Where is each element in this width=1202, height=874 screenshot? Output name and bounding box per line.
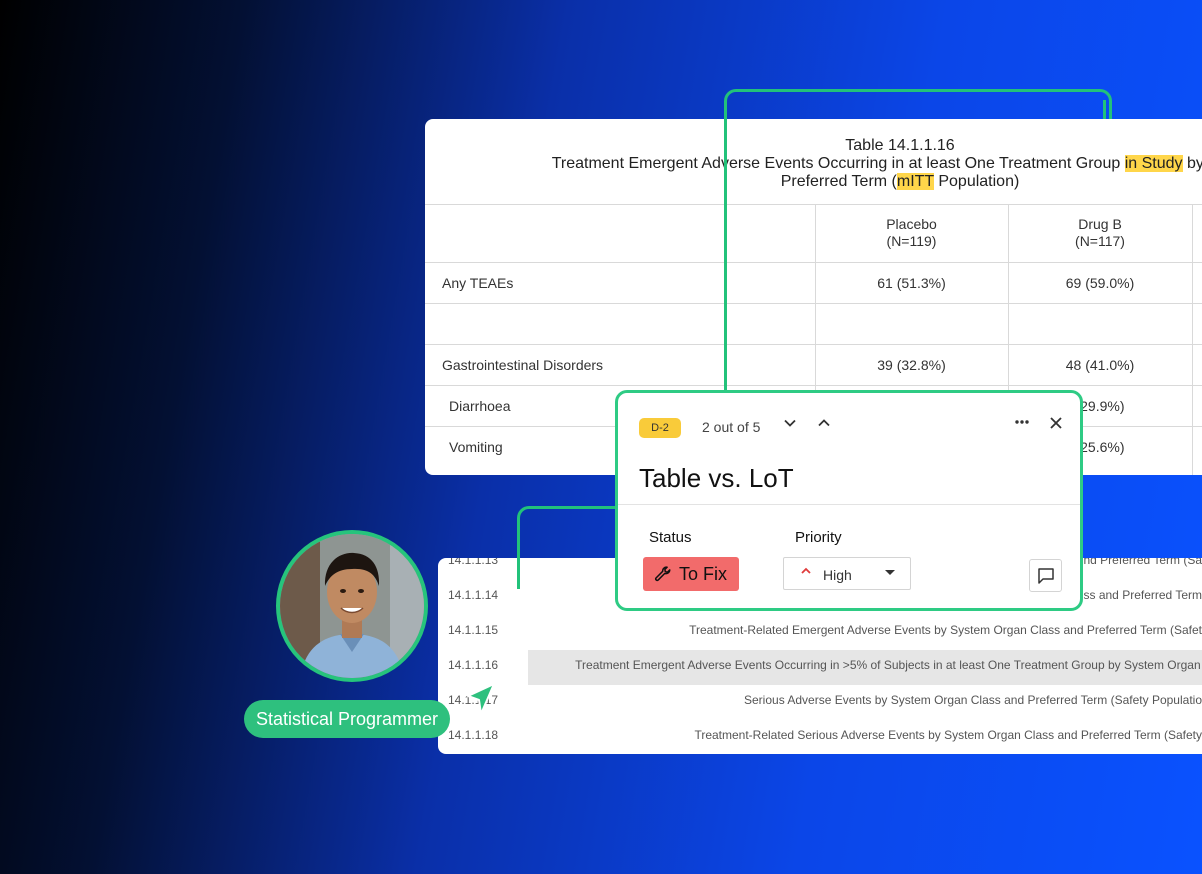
- list-item-title: Treatment-Related Serious Adverse Events…: [694, 728, 1202, 742]
- priority-value: High: [823, 567, 852, 583]
- table-title-line3-end: Population): [933, 173, 1020, 190]
- cell-drug-b: 48 (41.0%): [1065, 357, 1135, 373]
- issue-counter: 2 out of 5: [702, 419, 761, 435]
- list-item-title: Treatment Emergent Adverse Events Occurr…: [575, 658, 1202, 672]
- cell-drug-b: 69 (59.0%): [1065, 275, 1135, 291]
- list-item-selected[interactable]: 14.1.1.16 Treatment Emergent Adverse Eve…: [438, 650, 1202, 685]
- chevron-down-icon[interactable]: [780, 414, 800, 438]
- priority-select[interactable]: High: [783, 557, 911, 590]
- status-button[interactable]: To Fix: [643, 557, 739, 591]
- table-row: Any TEAEs 61 (51.3%) 69 (59.0%): [425, 262, 1202, 291]
- list-item-title: Treatment-Related Emergent Adverse Event…: [689, 623, 1202, 637]
- table-row: Gastrointestinal Disorders 39 (32.8%) 48…: [425, 344, 1202, 373]
- table-number: Table 14.1.1.16: [845, 137, 955, 154]
- table-row: Diarrhoea (29.9%): [425, 385, 1202, 414]
- connector-line-bottom: [517, 506, 620, 589]
- row-label: Vomiting: [449, 439, 503, 455]
- column-name: Drug B: [1078, 216, 1122, 232]
- table-border: [425, 204, 1202, 205]
- table-title: Table 14.1.1.16 Treatment Emergent Adver…: [425, 137, 1202, 191]
- row-label: Any TEAEs: [442, 275, 514, 291]
- row-label: Diarrhoea: [449, 398, 511, 414]
- priority-label: Priority: [795, 529, 842, 546]
- user-role-tag: Statistical Programmer: [244, 700, 451, 738]
- cursor-pointer-icon: [464, 682, 496, 721]
- column-divider: [1192, 204, 1193, 475]
- connector-line-vertical: [724, 119, 727, 391]
- column-n: (N=119): [886, 233, 937, 249]
- column-header-drug-b: Drug B (N=117): [1008, 216, 1192, 250]
- status-value: To Fix: [679, 564, 728, 584]
- table-row: [425, 303, 1202, 304]
- list-item-id: 14.1.1.15: [448, 623, 499, 637]
- issue-badge: D-2: [639, 418, 681, 438]
- close-icon[interactable]: [1046, 414, 1066, 438]
- comment-icon: [1038, 568, 1054, 584]
- more-icon[interactable]: [1012, 414, 1032, 438]
- column-name: Placebo: [886, 216, 937, 232]
- list-item-title: ss and Preferred Term: [1083, 588, 1202, 602]
- list-item[interactable]: 14.1.1.18 Treatment-Related Serious Adve…: [438, 720, 1202, 754]
- wrench-icon: [654, 566, 671, 582]
- list-item-id: 14.1.1.14: [448, 588, 499, 602]
- column-n: (N=117): [1075, 233, 1125, 249]
- chevron-up-icon[interactable]: [814, 414, 834, 438]
- list-item[interactable]: 14.1.1.15 Treatment-Related Emergent Adv…: [438, 615, 1202, 650]
- row-label: Gastrointestinal Disorders: [442, 357, 604, 373]
- issue-popup: D-2 2 out of 5 Table vs. LoT Status Prio…: [615, 390, 1083, 611]
- list-item[interactable]: 14.1.1.17 Serious Adverse Events by Syst…: [438, 685, 1202, 720]
- highlight-in-study: in Study: [1124, 155, 1183, 172]
- list-item-title: Serious Adverse Events by System Organ C…: [744, 693, 1202, 707]
- divider: [618, 504, 1080, 505]
- table-title-line2-end: by Syste: [1186, 155, 1202, 172]
- cell-placebo: 61 (51.3%): [877, 275, 946, 291]
- status-label: Status: [649, 529, 692, 546]
- priority-up-icon: [800, 565, 812, 580]
- column-header-placebo: Placebo (N=119): [815, 216, 1008, 250]
- table-title-line2: Treatment Emergent Adverse Events Occurr…: [551, 155, 1125, 172]
- list-item-id: 14.1.1.16: [448, 658, 499, 672]
- list-item-id: 14.1.1.13: [448, 558, 499, 567]
- list-item-id: 14.1.1.18: [448, 728, 499, 742]
- table-title-line3: Preferred Term (: [780, 173, 897, 190]
- cell-placebo: 39 (32.8%): [877, 357, 946, 373]
- avatar: [276, 530, 428, 682]
- list-item-title: nd Preferred Term (Sa: [1083, 558, 1202, 567]
- highlight-mitt: mITT: [896, 173, 934, 190]
- dropdown-arrow-icon: [885, 570, 895, 575]
- issue-title: Table vs. LoT: [639, 463, 794, 493]
- comment-button[interactable]: [1029, 559, 1062, 592]
